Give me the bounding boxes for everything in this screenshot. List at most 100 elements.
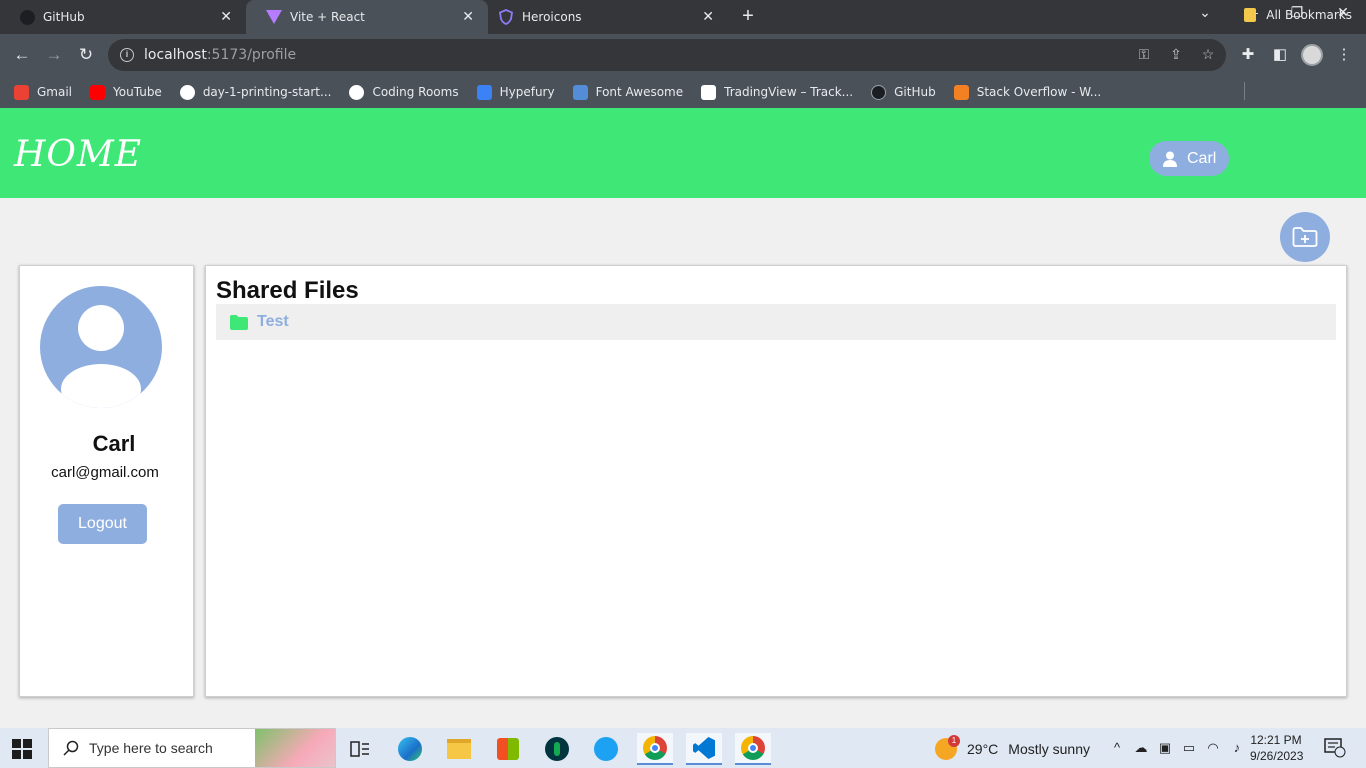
bookmark-label: Hypefury: [499, 85, 555, 99]
profile-avatar-icon[interactable]: [1301, 44, 1323, 66]
all-bookmarks-label: All Bookmarks: [1266, 8, 1352, 22]
bookmark-hypefury[interactable]: Hypefury: [476, 84, 555, 100]
shield-icon: [499, 9, 513, 25]
profile-card: Carl carl@gmail.com Logout: [19, 265, 194, 697]
bookmark-label: YouTube: [113, 85, 162, 99]
bookmark-font-awesome[interactable]: Font Awesome: [572, 84, 683, 100]
weather-badge: 1: [948, 735, 960, 747]
chrome-icon[interactable]: [735, 733, 771, 765]
home-logo[interactable]: HOME: [14, 134, 142, 175]
system-clock[interactable]: 12:21 PM 9/26/2023: [1250, 732, 1304, 764]
task-view-icon[interactable]: [342, 733, 378, 765]
share-icon[interactable]: ⇪: [1167, 46, 1185, 63]
info-icon[interactable]: i: [120, 48, 134, 62]
tab-search-icon[interactable]: ⌄: [1195, 4, 1215, 21]
clock-time: 12:21 PM: [1250, 733, 1302, 747]
meet-now-icon[interactable]: ▣: [1156, 740, 1174, 756]
url-host: localhost: [144, 47, 207, 63]
shared-files-title: Shared Files: [216, 277, 359, 304]
back-button[interactable]: ←: [11, 44, 33, 66]
onedrive-icon[interactable]: ☁: [1132, 740, 1150, 756]
wifi-icon[interactable]: ◠: [1204, 740, 1222, 756]
edge-icon[interactable]: [392, 733, 428, 765]
user-avatar-icon: [61, 305, 141, 408]
chevron-up-icon[interactable]: ^: [1108, 740, 1126, 755]
folder-name[interactable]: Test: [257, 313, 289, 331]
tradingview-icon: [701, 84, 717, 100]
close-icon[interactable]: ✕: [462, 9, 474, 25]
address-bar[interactable]: i localhost:5173/profile: [108, 39, 1226, 71]
close-icon[interactable]: ✕: [702, 9, 714, 25]
youtube-icon: [90, 84, 106, 100]
bookmark-stack-overflow[interactable]: Stack Overflow - W...: [953, 84, 1102, 100]
flag-icon: [572, 84, 588, 100]
url-path: :5173/profile: [206, 47, 297, 63]
menu-icon[interactable]: ⋮: [1334, 45, 1354, 63]
tab-vite-react[interactable]: Vite + React ✕: [246, 0, 488, 34]
twitter-icon[interactable]: [588, 733, 624, 765]
all-bookmarks-button[interactable]: All Bookmarks: [1244, 8, 1352, 22]
coding-rooms-icon: [349, 84, 365, 100]
tab-title: Heroicons: [522, 10, 582, 24]
browser-tab-strip: GitHub ✕ Vite + React ✕ Heroicons ✕ + ⌄ …: [0, 0, 1366, 34]
forward-button[interactable]: →: [43, 44, 65, 66]
gmail-icon: [14, 84, 29, 100]
bookmark-gmail[interactable]: Gmail: [14, 84, 72, 100]
bookmark-label: GitHub: [894, 85, 936, 99]
notification-icon[interactable]: [1324, 738, 1346, 758]
folder-icon: [1244, 8, 1257, 22]
add-folder-button[interactable]: [1280, 212, 1330, 262]
bookmarks-bar: Gmail YouTube day-1-printing-start... Co…: [0, 76, 1366, 108]
tab-title: Vite + React: [290, 10, 365, 24]
bookmark-coding-rooms[interactable]: Coding Rooms: [349, 84, 459, 100]
stackoverflow-icon: [953, 84, 969, 100]
bookmark-youtube[interactable]: YouTube: [90, 84, 162, 100]
user-icon: [1163, 151, 1177, 167]
mongodb-compass-icon[interactable]: [539, 733, 575, 765]
browser-toolbar: ← → ↻ i localhost:5173/profile ⚿ ⇪ ☆ ✚ ◧…: [0, 34, 1366, 76]
bookmark-label: Stack Overflow - W...: [976, 85, 1102, 99]
bookmark-day-1[interactable]: day-1-printing-start...: [179, 84, 332, 100]
vscode-icon[interactable]: [686, 733, 722, 765]
github-icon: [20, 9, 35, 25]
extensions-icon[interactable]: ✚: [1238, 45, 1258, 63]
shared-files-panel: Shared Files Test: [205, 265, 1347, 697]
bookmark-label: day-1-printing-start...: [202, 85, 332, 99]
tab-github[interactable]: GitHub ✕: [0, 0, 246, 34]
bookmark-github[interactable]: GitHub: [871, 84, 936, 100]
chrome-icon[interactable]: [637, 733, 673, 765]
tab-title: GitHub: [43, 10, 85, 24]
weather-temp: 29°C: [967, 741, 999, 757]
clock-date: 9/26/2023: [1250, 749, 1304, 763]
store-icon[interactable]: [490, 733, 526, 765]
folder-row[interactable]: Test: [216, 304, 1336, 340]
side-panel-icon[interactable]: ◧: [1270, 45, 1290, 63]
weather-widget[interactable]: 1 29°C Mostly sunny: [935, 735, 1090, 760]
taskbar: Type here to search 1 29°C Mostly sunny …: [0, 728, 1366, 768]
logout-button[interactable]: Logout: [58, 504, 147, 544]
bookmarks-divider: [1244, 82, 1245, 100]
reload-button[interactable]: ↻: [75, 44, 97, 66]
hypefury-icon: [476, 84, 492, 100]
windows-start-icon[interactable]: [12, 739, 32, 759]
circle-icon: [179, 84, 195, 100]
weather-condition: Mostly sunny: [1008, 741, 1090, 757]
key-icon[interactable]: ⚿: [1135, 46, 1153, 63]
bookmark-tradingview[interactable]: TradingView – Track...: [701, 84, 854, 100]
taskbar-search[interactable]: Type here to search: [48, 728, 336, 768]
bookmark-label: TradingView – Track...: [724, 85, 854, 99]
user-menu-button[interactable]: Carl: [1149, 141, 1229, 176]
file-explorer-icon[interactable]: [441, 733, 477, 765]
folder-plus-icon: [1292, 227, 1318, 247]
search-icon: [63, 740, 79, 756]
star-icon[interactable]: ☆: [1199, 46, 1217, 63]
user-chip-label: Carl: [1187, 149, 1217, 167]
volume-icon[interactable]: ♪: [1228, 740, 1246, 755]
new-tab-button[interactable]: +: [736, 5, 760, 29]
search-placeholder: Type here to search: [89, 740, 213, 756]
tab-heroicons[interactable]: Heroicons ✕: [478, 0, 728, 34]
close-icon[interactable]: ✕: [220, 9, 232, 25]
folder-icon: [230, 314, 248, 330]
battery-icon[interactable]: ▭: [1180, 740, 1198, 756]
vite-icon: [266, 10, 282, 24]
